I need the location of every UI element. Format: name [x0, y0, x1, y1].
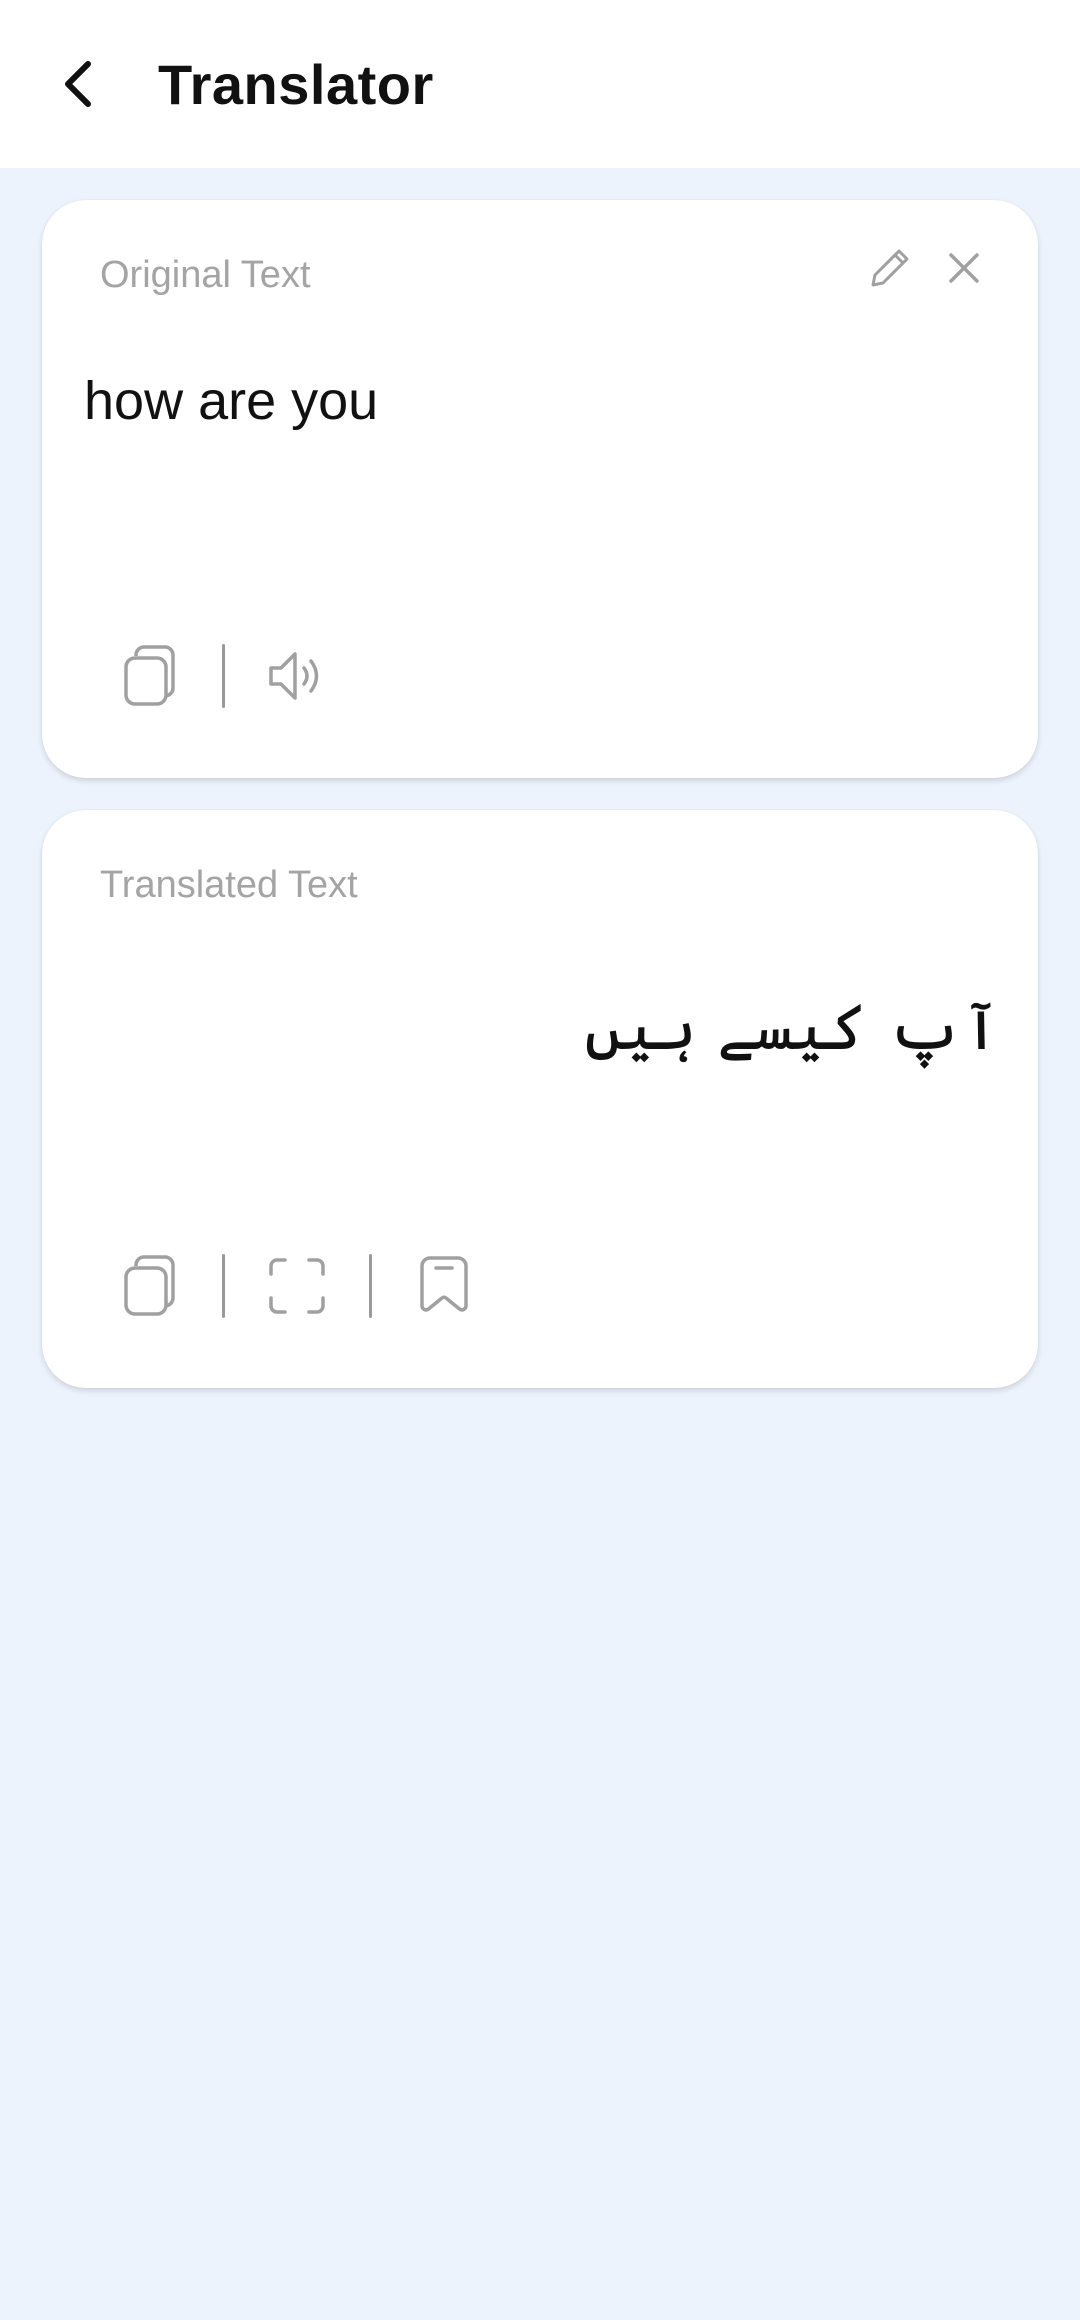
bookmark-icon: [420, 1256, 468, 1312]
translated-text-card: Translated Text آپ کیسے ہیں: [42, 810, 1038, 1388]
back-button[interactable]: [40, 44, 116, 124]
app-bar: Translator: [0, 0, 1080, 168]
close-icon: [949, 253, 979, 283]
copy-translation-button[interactable]: [112, 1248, 188, 1324]
bookmark-button[interactable]: [406, 1248, 482, 1324]
clear-button[interactable]: [932, 236, 996, 300]
original-action-row: [112, 636, 335, 716]
translated-action-row: [112, 1246, 482, 1326]
translated-text-label: Translated Text: [100, 864, 358, 906]
pencil-icon: [871, 249, 909, 287]
original-text[interactable]: how are you: [84, 370, 378, 432]
original-text-card: Original Text how are you: [42, 200, 1038, 778]
fullscreen-button[interactable]: [259, 1248, 335, 1324]
page-title: Translator: [158, 53, 434, 116]
back-arrow-icon: [65, 61, 91, 107]
edit-button[interactable]: [858, 236, 922, 300]
fullscreen-icon: [269, 1258, 325, 1314]
speaker-icon: [269, 652, 319, 700]
speak-button[interactable]: [259, 638, 335, 714]
divider: [222, 1254, 225, 1318]
translated-text[interactable]: آپ کیسے ہیں: [584, 990, 1000, 1065]
divider: [222, 644, 225, 708]
copy-icon: [124, 1255, 175, 1316]
divider: [369, 1254, 372, 1318]
copy-original-button[interactable]: [112, 638, 188, 714]
copy-icon: [124, 645, 175, 706]
original-text-label: Original Text: [100, 254, 311, 296]
